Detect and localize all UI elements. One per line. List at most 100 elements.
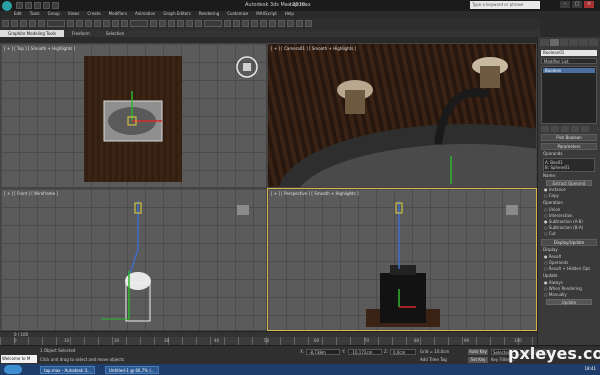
select-by-name-icon[interactable] — [76, 20, 83, 27]
redo-tool-icon[interactable] — [11, 20, 18, 27]
maxscript-listener[interactable]: Welcome to M — [1, 355, 37, 363]
angle-snap-icon[interactable] — [177, 20, 184, 27]
save-file-icon[interactable] — [34, 2, 41, 9]
schematic-view-icon[interactable] — [269, 20, 276, 27]
viewport-perspective[interactable]: [ + ] [ Perspective ] [ Smooth + Highlig… — [267, 188, 537, 331]
open-file-icon[interactable] — [25, 2, 32, 9]
taskbar-item-3dsmax[interactable]: tap.max - Autodesk 3... — [40, 366, 95, 374]
pivot-center-icon[interactable] — [150, 20, 157, 27]
viewport-camera[interactable]: [ + ] [ Camera01 ] [ Smooth + Highlights… — [267, 43, 537, 188]
object-name-field[interactable]: Boolean01 — [541, 50, 597, 56]
viewport-top[interactable]: [ + ] [ Top ] [ Smooth + Highlights ] — [0, 43, 267, 188]
undo-icon[interactable] — [43, 2, 50, 9]
ruler-tick-20: 20 — [114, 338, 120, 343]
modifier-stack[interactable]: Boolean — [541, 66, 597, 124]
copy-radio[interactable]: Copy — [544, 193, 594, 199]
add-time-tag-button[interactable]: Add Time Tag — [420, 357, 447, 362]
menu-edit[interactable]: Edit — [14, 11, 22, 18]
cut-radio[interactable]: Cut — [544, 231, 594, 237]
y-label: Y: — [342, 349, 346, 354]
menu-rendering[interactable]: Rendering — [199, 11, 219, 18]
select-and-move-icon[interactable] — [103, 20, 110, 27]
named-selection-dropdown[interactable] — [204, 20, 222, 27]
material-editor-icon[interactable] — [278, 20, 285, 27]
create-tab-icon[interactable] — [540, 39, 549, 46]
hierarchy-tab-icon[interactable] — [559, 39, 569, 46]
modifier-list-dropdown[interactable]: Modifier List — [541, 58, 597, 64]
parameters-rollout[interactable]: Parameters — [541, 143, 597, 150]
modify-tab-icon[interactable] — [549, 39, 559, 46]
layer-manager-icon[interactable] — [242, 20, 249, 27]
snap-toggle-icon[interactable] — [168, 20, 175, 27]
app-logo-icon[interactable] — [2, 1, 12, 11]
bind-space-warp-icon[interactable] — [38, 20, 45, 27]
extract-operand-button[interactable]: Extract Operand — [546, 180, 592, 186]
display-tab-icon[interactable] — [579, 39, 589, 46]
operand-b[interactable]: B: Sphere01 — [545, 165, 593, 170]
operands-list[interactable]: A: Box01 B: Sphere01 — [543, 158, 595, 172]
y-coordinate-field[interactable]: -10,172cm — [348, 349, 382, 355]
display-update-rollout[interactable]: Display/Update — [541, 239, 597, 246]
make-unique-icon[interactable] — [561, 126, 569, 132]
maximize-icon[interactable]: □ — [572, 1, 582, 8]
render-production-icon[interactable] — [305, 20, 312, 27]
redo-icon[interactable] — [52, 2, 59, 9]
configure-sets-icon[interactable] — [581, 126, 589, 132]
menu-group[interactable]: Group — [48, 11, 60, 18]
align-icon[interactable] — [233, 20, 240, 27]
stack-item-boolean[interactable]: Boolean — [543, 68, 595, 73]
pin-stack-icon[interactable] — [541, 126, 549, 132]
motion-tab-icon[interactable] — [569, 39, 579, 46]
tab-freeform[interactable]: Freeform — [64, 30, 98, 37]
update-manually-radio[interactable]: Manually — [544, 292, 594, 298]
pick-boolean-rollout[interactable]: Pick Boolean — [541, 134, 597, 141]
x-coordinate-field[interactable]: -8,738m — [306, 349, 340, 355]
mirror-icon[interactable] — [224, 20, 231, 27]
select-and-scale-icon[interactable] — [121, 20, 128, 27]
menu-help[interactable]: Help — [285, 11, 294, 18]
search-input[interactable]: Type a keyword or phrase — [470, 1, 540, 9]
curve-editor-icon[interactable] — [260, 20, 267, 27]
menu-views[interactable]: Views — [68, 11, 80, 18]
remove-modifier-icon[interactable] — [571, 126, 579, 132]
rendered-frame-icon[interactable] — [296, 20, 303, 27]
render-setup-icon[interactable] — [287, 20, 294, 27]
spinner-snap-icon[interactable] — [195, 20, 202, 27]
new-file-icon[interactable] — [16, 2, 23, 9]
menu-maxscript[interactable]: MAXScript — [256, 11, 277, 18]
menu-tools[interactable]: Tools — [30, 11, 40, 18]
taskbar-item-photoshop[interactable]: Untitled-1 @ 66,7% (... — [105, 366, 159, 374]
viewport-label-camera[interactable]: [ + ] [ Camera01 ] [ Smooth + Highlights… — [271, 46, 356, 51]
close-icon[interactable]: × — [584, 1, 594, 8]
unlink-icon[interactable] — [29, 20, 36, 27]
menu-create[interactable]: Create — [87, 11, 100, 18]
menu-graph-editors[interactable]: Graph Editors — [163, 11, 190, 18]
window-crossing-icon[interactable] — [94, 20, 101, 27]
menu-animation[interactable]: Animation — [135, 11, 155, 18]
undo-tool-icon[interactable] — [2, 20, 9, 27]
display-hidden-ops-radio[interactable]: Result + Hidden Ops — [544, 266, 594, 272]
show-end-result-icon[interactable] — [551, 126, 559, 132]
auto-key-button[interactable]: Auto Key — [468, 349, 488, 355]
manipulate-icon[interactable] — [159, 20, 166, 27]
menu-modifiers[interactable]: Modifiers — [109, 11, 127, 18]
set-key-button[interactable]: Set Key — [468, 357, 488, 363]
percent-snap-icon[interactable] — [186, 20, 193, 27]
tab-graphite-modeling-tools[interactable]: Graphite Modeling Tools — [0, 30, 65, 37]
select-and-rotate-icon[interactable] — [112, 20, 119, 27]
viewport-front[interactable]: [ + ] [ Front ] [ Wireframe ] — [0, 188, 267, 331]
select-object-icon[interactable] — [67, 20, 74, 27]
menu-customize[interactable]: Customize — [227, 11, 248, 18]
tab-selection[interactable]: Selection — [98, 30, 132, 37]
update-button[interactable]: Update — [546, 299, 592, 305]
link-icon[interactable] — [20, 20, 27, 27]
reference-coordinate-dropdown[interactable] — [130, 20, 148, 27]
selection-filter-dropdown[interactable] — [47, 20, 65, 27]
start-button[interactable] — [4, 365, 22, 374]
rectangular-selection-icon[interactable] — [85, 20, 92, 27]
graphite-toggle-icon[interactable] — [251, 20, 258, 27]
minimize-icon[interactable]: – — [560, 1, 570, 8]
utilities-tab-icon[interactable] — [589, 39, 598, 46]
track-bar[interactable]: 0 10 20 30 40 50 60 70 80 90 100 — [0, 337, 537, 345]
z-coordinate-field[interactable]: 0,0cm — [390, 349, 416, 355]
